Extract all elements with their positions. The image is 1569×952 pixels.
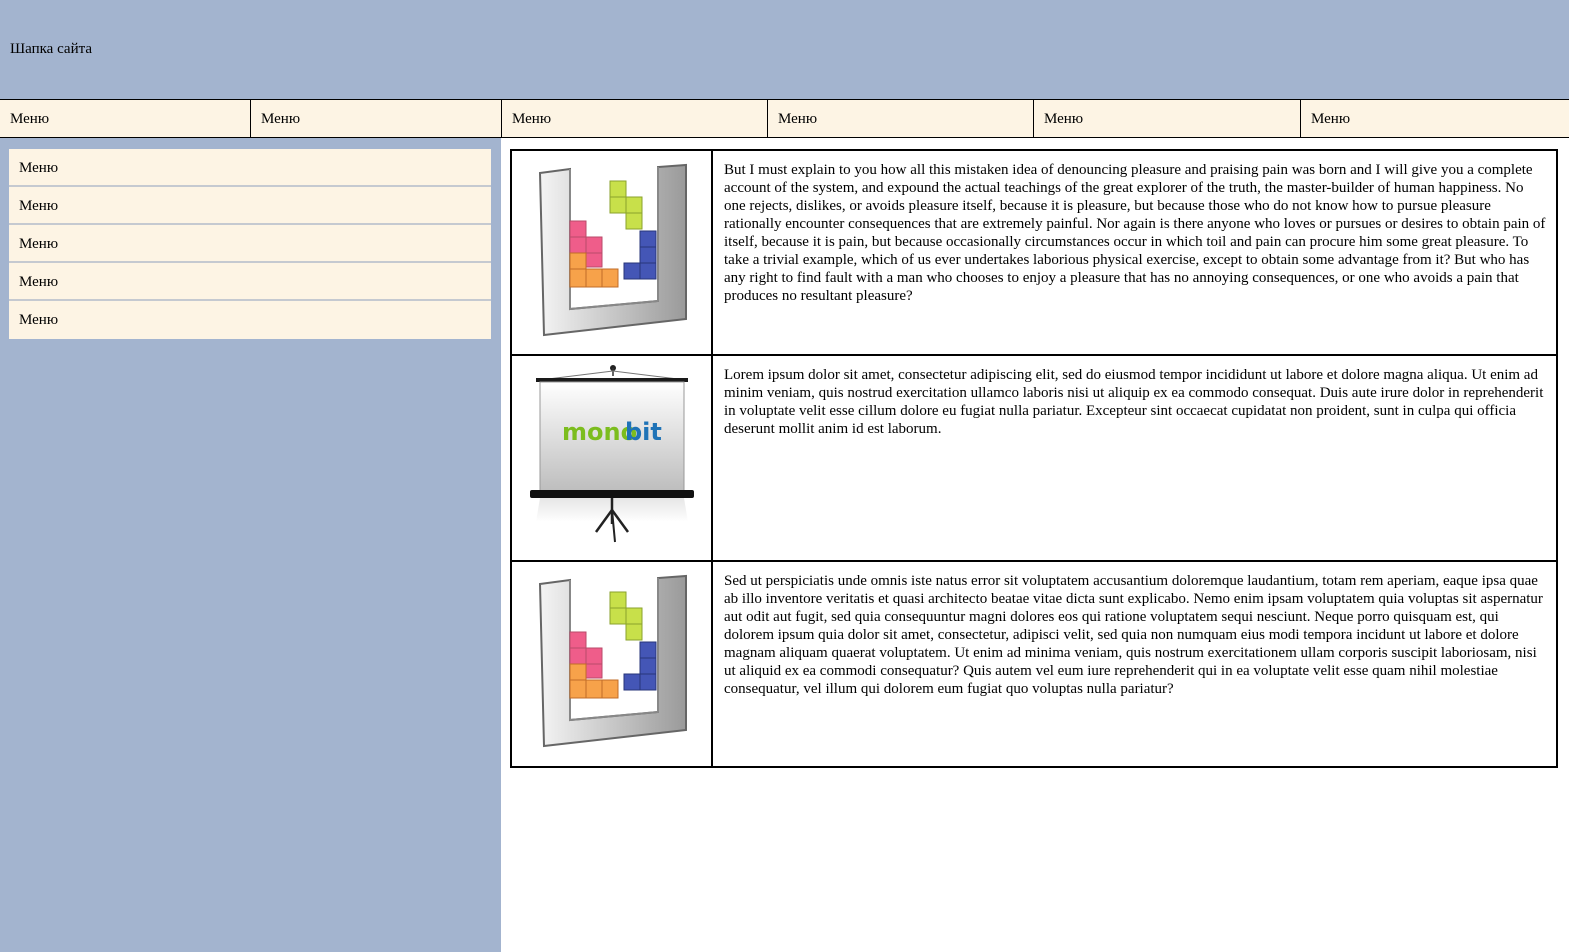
- image-cell: [512, 562, 713, 766]
- topnav-item-3[interactable]: Меню: [502, 100, 768, 137]
- projector-screen-icon: mono bit: [530, 365, 694, 543]
- site-header-title: Шапка сайта: [10, 41, 93, 57]
- top-navigation: Меню Меню Меню Меню Меню Меню: [0, 99, 1569, 138]
- site-header: Шапка сайта: [0, 0, 1569, 99]
- tetris-icon: [538, 574, 687, 748]
- topnav-item-2[interactable]: Меню: [251, 100, 502, 137]
- content-row: mono bit Lorem ipsum dolor sit amet, con…: [512, 356, 1556, 562]
- row-text: Sed ut perspiciatis unde omnis iste natu…: [724, 573, 1543, 697]
- sidebar-item-1[interactable]: Меню: [9, 149, 491, 187]
- sidebar-menu: Меню Меню Меню Меню Меню: [9, 149, 491, 339]
- sidebar: Меню Меню Меню Меню Меню: [0, 138, 501, 952]
- image-cell: [512, 151, 713, 354]
- topnav-item-4[interactable]: Меню: [768, 100, 1034, 137]
- content-row: But I must explain to you how all this m…: [512, 151, 1556, 356]
- sidebar-item-5[interactable]: Меню: [9, 301, 491, 339]
- topnav-item-5[interactable]: Меню: [1034, 100, 1301, 137]
- topnav-item-6[interactable]: Меню: [1301, 100, 1569, 137]
- content-row: Sed ut perspiciatis unde omnis iste natu…: [512, 562, 1556, 766]
- content-table: But I must explain to you how all this m…: [510, 149, 1558, 768]
- row-text: But I must explain to you how all this m…: [724, 162, 1546, 304]
- image-cell: mono bit: [512, 356, 713, 560]
- sidebar-item-4[interactable]: Меню: [9, 263, 491, 301]
- row-text: Lorem ipsum dolor sit amet, consectetur …: [724, 367, 1544, 437]
- sidebar-item-2[interactable]: Меню: [9, 187, 491, 225]
- sidebar-item-3[interactable]: Меню: [9, 225, 491, 263]
- tetris-icon: [538, 163, 687, 337]
- topnav-item-1[interactable]: Меню: [0, 100, 251, 137]
- logo-bit-text: bit: [625, 418, 662, 446]
